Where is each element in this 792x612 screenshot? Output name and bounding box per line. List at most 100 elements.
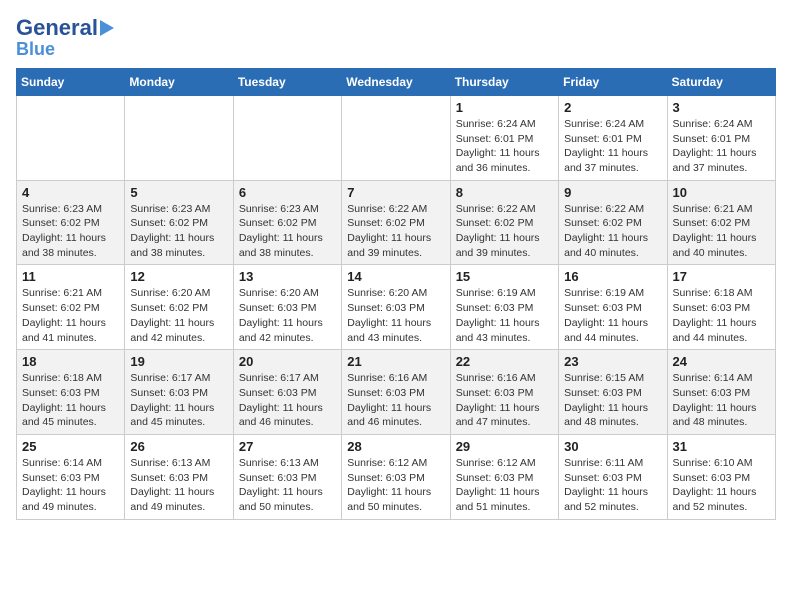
header: General Blue <box>16 16 776 60</box>
day-number: 20 <box>239 354 336 369</box>
logo: General Blue <box>16 16 114 60</box>
day-info: Sunrise: 6:21 AMSunset: 6:02 PMDaylight:… <box>673 202 770 261</box>
day-number: 12 <box>130 269 227 284</box>
day-number: 29 <box>456 439 553 454</box>
weekday-header-tuesday: Tuesday <box>233 68 341 95</box>
calendar-cell: 22 Sunrise: 6:16 AMSunset: 6:03 PMDayligh… <box>450 350 558 435</box>
day-number: 25 <box>22 439 119 454</box>
day-number: 24 <box>673 354 770 369</box>
calendar-cell <box>233 95 341 180</box>
day-number: 16 <box>564 269 661 284</box>
calendar-cell <box>17 95 125 180</box>
day-info: Sunrise: 6:22 AMSunset: 6:02 PMDaylight:… <box>456 202 553 261</box>
calendar-cell: 7 Sunrise: 6:22 AMSunset: 6:02 PMDaylight… <box>342 180 450 265</box>
day-number: 6 <box>239 185 336 200</box>
day-info: Sunrise: 6:24 AMSunset: 6:01 PMDaylight:… <box>564 117 661 176</box>
day-number: 7 <box>347 185 444 200</box>
day-info: Sunrise: 6:14 AMSunset: 6:03 PMDaylight:… <box>22 456 119 515</box>
day-number: 9 <box>564 185 661 200</box>
day-info: Sunrise: 6:10 AMSunset: 6:03 PMDaylight:… <box>673 456 770 515</box>
day-info: Sunrise: 6:20 AMSunset: 6:03 PMDaylight:… <box>347 286 444 345</box>
calendar-cell: 24 Sunrise: 6:14 AMSunset: 6:03 PMDayligh… <box>667 350 775 435</box>
calendar-cell: 25 Sunrise: 6:14 AMSunset: 6:03 PMDayligh… <box>17 434 125 519</box>
day-info: Sunrise: 6:12 AMSunset: 6:03 PMDaylight:… <box>347 456 444 515</box>
day-info: Sunrise: 6:16 AMSunset: 6:03 PMDaylight:… <box>347 371 444 430</box>
calendar-cell: 4 Sunrise: 6:23 AMSunset: 6:02 PMDaylight… <box>17 180 125 265</box>
day-number: 10 <box>673 185 770 200</box>
day-info: Sunrise: 6:20 AMSunset: 6:03 PMDaylight:… <box>239 286 336 345</box>
logo-arrow-icon <box>100 20 114 36</box>
day-info: Sunrise: 6:12 AMSunset: 6:03 PMDaylight:… <box>456 456 553 515</box>
day-number: 27 <box>239 439 336 454</box>
calendar-cell: 8 Sunrise: 6:22 AMSunset: 6:02 PMDaylight… <box>450 180 558 265</box>
day-info: Sunrise: 6:22 AMSunset: 6:02 PMDaylight:… <box>347 202 444 261</box>
calendar-table: SundayMondayTuesdayWednesdayThursdayFrid… <box>16 68 776 520</box>
day-number: 28 <box>347 439 444 454</box>
day-number: 23 <box>564 354 661 369</box>
calendar-cell: 15 Sunrise: 6:19 AMSunset: 6:03 PMDayligh… <box>450 265 558 350</box>
calendar-cell: 17 Sunrise: 6:18 AMSunset: 6:03 PMDayligh… <box>667 265 775 350</box>
day-info: Sunrise: 6:13 AMSunset: 6:03 PMDaylight:… <box>130 456 227 515</box>
day-number: 31 <box>673 439 770 454</box>
day-info: Sunrise: 6:23 AMSunset: 6:02 PMDaylight:… <box>130 202 227 261</box>
day-info: Sunrise: 6:13 AMSunset: 6:03 PMDaylight:… <box>239 456 336 515</box>
day-info: Sunrise: 6:14 AMSunset: 6:03 PMDaylight:… <box>673 371 770 430</box>
day-info: Sunrise: 6:23 AMSunset: 6:02 PMDaylight:… <box>22 202 119 261</box>
day-info: Sunrise: 6:22 AMSunset: 6:02 PMDaylight:… <box>564 202 661 261</box>
calendar-cell <box>342 95 450 180</box>
day-number: 15 <box>456 269 553 284</box>
day-info: Sunrise: 6:18 AMSunset: 6:03 PMDaylight:… <box>673 286 770 345</box>
day-number: 8 <box>456 185 553 200</box>
day-info: Sunrise: 6:19 AMSunset: 6:03 PMDaylight:… <box>456 286 553 345</box>
day-info: Sunrise: 6:21 AMSunset: 6:02 PMDaylight:… <box>22 286 119 345</box>
day-number: 19 <box>130 354 227 369</box>
calendar-cell: 12 Sunrise: 6:20 AMSunset: 6:02 PMDayligh… <box>125 265 233 350</box>
calendar-cell: 5 Sunrise: 6:23 AMSunset: 6:02 PMDaylight… <box>125 180 233 265</box>
calendar-cell: 23 Sunrise: 6:15 AMSunset: 6:03 PMDayligh… <box>559 350 667 435</box>
weekday-header-saturday: Saturday <box>667 68 775 95</box>
day-number: 2 <box>564 100 661 115</box>
calendar-cell: 26Sunrise: 6:13 AMSunset: 6:03 PMDayligh… <box>125 434 233 519</box>
day-number: 3 <box>673 100 770 115</box>
calendar-cell: 3Sunrise: 6:24 AMSunset: 6:01 PMDaylight… <box>667 95 775 180</box>
day-info: Sunrise: 6:15 AMSunset: 6:03 PMDaylight:… <box>564 371 661 430</box>
weekday-header-thursday: Thursday <box>450 68 558 95</box>
calendar-cell: 31 Sunrise: 6:10 AMSunset: 6:03 PMDayligh… <box>667 434 775 519</box>
calendar-cell: 27 Sunrise: 6:13 AMSunset: 6:03 PMDayligh… <box>233 434 341 519</box>
day-number: 11 <box>22 269 119 284</box>
calendar-cell <box>125 95 233 180</box>
weekday-header-friday: Friday <box>559 68 667 95</box>
logo-text-blue: Blue <box>16 40 55 60</box>
calendar-cell: 30 Sunrise: 6:11 AMSunset: 6:03 PMDayligh… <box>559 434 667 519</box>
day-number: 22 <box>456 354 553 369</box>
day-info: Sunrise: 6:19 AMSunset: 6:03 PMDaylight:… <box>564 286 661 345</box>
calendar-cell: 10 Sunrise: 6:21 AMSunset: 6:02 PMDayligh… <box>667 180 775 265</box>
weekday-header-wednesday: Wednesday <box>342 68 450 95</box>
day-info: Sunrise: 6:23 AMSunset: 6:02 PMDaylight:… <box>239 202 336 261</box>
day-number: 4 <box>22 185 119 200</box>
day-info: Sunrise: 6:17 AMSunset: 6:03 PMDaylight:… <box>239 371 336 430</box>
day-number: 17 <box>673 269 770 284</box>
day-number: 21 <box>347 354 444 369</box>
calendar-cell: 20 Sunrise: 6:17 AMSunset: 6:03 PMDayligh… <box>233 350 341 435</box>
day-number: 13 <box>239 269 336 284</box>
calendar-cell: 13 Sunrise: 6:20 AMSunset: 6:03 PMDayligh… <box>233 265 341 350</box>
day-info: Sunrise: 6:18 AMSunset: 6:03 PMDaylight:… <box>22 371 119 430</box>
weekday-header-monday: Monday <box>125 68 233 95</box>
day-info: Sunrise: 6:16 AMSunset: 6:03 PMDaylight:… <box>456 371 553 430</box>
calendar-cell: 2 Sunrise: 6:24 AMSunset: 6:01 PMDaylight… <box>559 95 667 180</box>
day-number: 30 <box>564 439 661 454</box>
calendar-cell: 6 Sunrise: 6:23 AMSunset: 6:02 PMDaylight… <box>233 180 341 265</box>
day-info: Sunrise: 6:20 AMSunset: 6:02 PMDaylight:… <box>130 286 227 345</box>
calendar-cell: 19 Sunrise: 6:17 AMSunset: 6:03 PMDayligh… <box>125 350 233 435</box>
day-info: Sunrise: 6:11 AMSunset: 6:03 PMDaylight:… <box>564 456 661 515</box>
day-number: 18 <box>22 354 119 369</box>
day-number: 1 <box>456 100 553 115</box>
calendar-cell: 14Sunrise: 6:20 AMSunset: 6:03 PMDayligh… <box>342 265 450 350</box>
weekday-header-sunday: Sunday <box>17 68 125 95</box>
calendar-cell: 11 Sunrise: 6:21 AMSunset: 6:02 PMDayligh… <box>17 265 125 350</box>
day-info: Sunrise: 6:17 AMSunset: 6:03 PMDaylight:… <box>130 371 227 430</box>
calendar-cell: 18 Sunrise: 6:18 AMSunset: 6:03 PMDayligh… <box>17 350 125 435</box>
day-number: 5 <box>130 185 227 200</box>
calendar-cell: 21 Sunrise: 6:16 AMSunset: 6:03 PMDayligh… <box>342 350 450 435</box>
